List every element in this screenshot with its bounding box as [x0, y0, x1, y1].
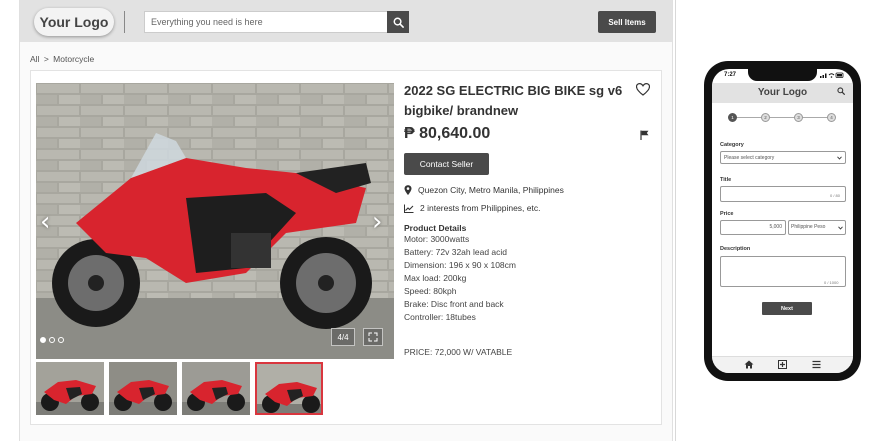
chevron-down-icon — [838, 226, 843, 230]
thumbnail-photo — [257, 364, 321, 413]
add-listing-icon[interactable] — [778, 360, 787, 369]
category-value: Please select category — [724, 155, 775, 161]
phone-screen: 7:27 Your Logo 1 2 3 4 Category Please sele… — [712, 69, 853, 373]
product-details-heading: Product Details — [404, 223, 467, 233]
trending-chart-icon — [404, 204, 414, 213]
phone-notch — [748, 69, 817, 81]
thumbnail-photo — [36, 362, 104, 415]
previous-image-button[interactable]: ‹ — [40, 207, 50, 237]
thumbnail-photo — [109, 362, 177, 415]
home-icon[interactable] — [744, 360, 754, 369]
slide-dot[interactable] — [58, 337, 64, 343]
breadcrumb-separator: > — [43, 54, 49, 64]
thumbnail[interactable] — [109, 362, 177, 415]
interests-text: 2 interests from Philippines, etc. — [420, 203, 541, 213]
menu-icon[interactable] — [812, 360, 821, 369]
category-select[interactable]: Please select category — [720, 151, 846, 164]
location-pin-icon — [404, 185, 412, 195]
spec-item: Dimension: 196 x 90 x 108cm — [404, 260, 516, 270]
category-label: Category — [720, 142, 744, 148]
next-button[interactable]: Next — [762, 302, 812, 315]
description-char-counter: 0 / 1000 — [824, 280, 839, 285]
step-progress: 1 2 3 4 — [728, 113, 836, 123]
currency-select[interactable]: Philippine Peso — [788, 220, 846, 235]
listing-card: ‹ › 4/4 2022 SG ELECTRIC BIG BIKE sg v6 … — [30, 70, 662, 425]
spec-item: Brake: Disc front and back — [404, 299, 504, 309]
thumbnail[interactable] — [182, 362, 250, 415]
slide-dot[interactable] — [49, 337, 55, 343]
description-label: Description — [720, 246, 751, 252]
top-header: Your Logo Everything you need is here Se… — [20, 0, 672, 42]
listing-details: 2022 SG ELECTRIC BIG BIKE sg v6 bigbike/… — [404, 81, 654, 357]
main-product-photo[interactable]: ‹ › 4/4 — [36, 83, 394, 359]
step-circle: 4 — [827, 113, 836, 122]
phone-header: Your Logo — [712, 83, 853, 103]
report-flag-icon[interactable] — [640, 130, 649, 140]
location-text: Quezon City, Metro Manila, Philippines — [418, 185, 564, 195]
price-input[interactable]: 5,000 — [720, 220, 786, 235]
expand-icon — [368, 332, 378, 342]
phone-bottom-nav — [712, 356, 853, 373]
search-input[interactable]: Everything you need is here — [144, 11, 388, 33]
thumbnail[interactable] — [36, 362, 104, 415]
spec-item: Speed: 80kph — [404, 286, 457, 296]
interests-row: 2 interests from Philippines, etc. — [404, 203, 654, 213]
breadcrumb: All > Motorcycle — [30, 54, 96, 64]
phone-search-icon[interactable] — [837, 87, 845, 95]
step-circle: 3 — [794, 113, 803, 122]
price-note: PRICE: 72,000 W/ VATABLE — [404, 347, 513, 357]
status-time: 7:27 — [724, 72, 737, 78]
location-row: Quezon City, Metro Manila, Philippines — [404, 185, 654, 195]
contact-seller-button[interactable]: Contact Seller — [404, 153, 489, 175]
search-icon — [393, 17, 404, 28]
search-button[interactable] — [387, 11, 409, 33]
listing-price: ₱ 80,640.00 — [404, 125, 491, 142]
phone-mockup: 7:27 Your Logo 1 2 3 4 Category Please sele… — [704, 61, 861, 381]
slide-indicator — [40, 337, 64, 343]
price-value: 5,000 — [769, 224, 782, 230]
spec-item: Motor: 3000watts — [404, 234, 470, 244]
step-circle: 2 — [761, 113, 770, 122]
sell-items-button[interactable]: Sell Items — [598, 11, 656, 33]
title-char-counter: 0 / 80 — [830, 193, 841, 198]
header-divider — [124, 11, 125, 33]
panel-divider — [675, 0, 676, 441]
spec-item: Max load: 200kg — [404, 273, 467, 283]
price-label: Price — [720, 211, 734, 217]
phone-logo[interactable]: Your Logo — [712, 87, 853, 98]
next-image-button[interactable]: › — [372, 207, 382, 237]
chevron-down-icon — [837, 156, 842, 160]
title-label: Title — [720, 177, 732, 183]
screenshot-stage: Your Logo Everything you need is here Se… — [0, 0, 880, 441]
fullscreen-button[interactable] — [363, 328, 383, 346]
motorcycle-photo — [36, 83, 394, 359]
currency-value: Philippine Peso — [791, 224, 826, 230]
desktop-listing-page: Your Logo Everything you need is here Se… — [19, 0, 673, 441]
thumbnail-photo — [182, 362, 250, 415]
image-counter: 4/4 — [331, 328, 355, 346]
step-circle: 1 — [728, 113, 737, 122]
slide-dot[interactable] — [40, 337, 46, 343]
signal-wifi-battery-icon — [820, 72, 844, 78]
spec-item: Controller: 18tubes — [404, 312, 476, 322]
breadcrumb-motorcycle[interactable]: Motorcycle — [53, 54, 94, 64]
logo[interactable]: Your Logo — [34, 8, 114, 36]
favorite-heart-icon[interactable] — [636, 83, 650, 96]
spec-item: Battery: 72v 32ah lead acid — [404, 247, 508, 257]
step-line — [732, 117, 832, 118]
listing-title: 2022 SG ELECTRIC BIG BIKE sg v6 bigbike/… — [404, 83, 623, 118]
spec-list: Motor: 3000watts Battery: 72v 32ah lead a… — [404, 233, 654, 324]
breadcrumb-all[interactable]: All — [30, 54, 39, 64]
title-input[interactable] — [720, 186, 846, 202]
thumbnail[interactable] — [255, 362, 323, 415]
status-icons — [820, 72, 844, 80]
